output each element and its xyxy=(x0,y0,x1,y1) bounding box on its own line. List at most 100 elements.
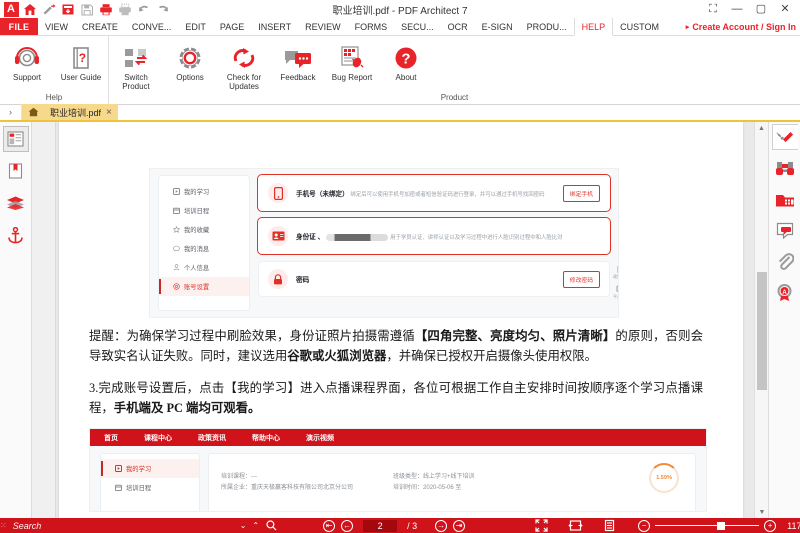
fit-page-icon[interactable] xyxy=(603,519,616,532)
print-icon[interactable] xyxy=(98,1,114,17)
sidebar-label: 我的学习 xyxy=(126,466,152,474)
redo-icon[interactable] xyxy=(155,1,171,17)
menu-item-create[interactable]: CREATE xyxy=(75,18,125,35)
paperclip-icon[interactable] xyxy=(772,248,798,274)
open-document-icon[interactable] xyxy=(60,1,76,17)
bug-report-icon xyxy=(338,41,366,71)
bug-report-button[interactable]: Bug Report xyxy=(325,40,379,83)
options-button[interactable]: Options xyxy=(163,40,217,83)
sidebar-label: 培训日程 xyxy=(126,485,152,493)
play-square-icon xyxy=(115,465,122,473)
bookmarks-icon[interactable] xyxy=(3,158,29,184)
check-for-updates-button[interactable]: Check for Updates xyxy=(217,40,271,92)
document-tab[interactable]: 职业培训.pdf × xyxy=(44,104,118,120)
panel-expand-toggle[interactable]: › xyxy=(0,104,22,120)
message-icon xyxy=(173,245,180,252)
zoom-in-icon[interactable]: + xyxy=(764,519,777,532)
user-guide-label: User Guide xyxy=(60,73,102,82)
nav-item-demo-video: 演示视频 xyxy=(306,434,334,442)
chevron-down-icon[interactable]: ⌄ xyxy=(237,521,250,530)
document-paragraph-2: 3.完成账号设置后，点击【我的学习】进入点播课程界面，各位可根据工作自主安排时间… xyxy=(89,379,703,418)
scroll-up-arrow[interactable]: ▲ xyxy=(755,122,768,134)
zoom-out-icon[interactable]: − xyxy=(638,519,651,532)
nav-item-help-center: 帮助中心 xyxy=(252,434,280,442)
screenshot-sidebar-item-messages: 我的消息 xyxy=(159,239,249,258)
about-button[interactable]: ? About xyxy=(379,40,433,83)
menu-item-edit[interactable]: EDIT xyxy=(178,18,213,35)
signature-seal-icon[interactable]: A xyxy=(772,279,798,305)
menu-item-ocr[interactable]: OCR xyxy=(441,18,475,35)
book-question-icon: ? xyxy=(67,41,95,71)
floating-widget-support: 平台咨询 xyxy=(613,285,618,300)
floating-widget-label: 政策资讯 xyxy=(613,274,618,279)
prev-page-icon[interactable]: ← xyxy=(341,519,354,532)
ribbon-group-product: Switch Product Options Check for Updates… xyxy=(108,36,800,104)
thumbnail-panel[interactable] xyxy=(32,122,56,518)
maximize-icon[interactable]: ▢ xyxy=(754,3,768,15)
menu-item-insert[interactable]: INSERT xyxy=(251,18,298,35)
close-icon[interactable]: ✕ xyxy=(778,3,792,15)
menu-item-esign[interactable]: E-SIGN xyxy=(475,18,520,35)
binoculars-search-icon[interactable] xyxy=(772,155,798,181)
ribbon-group-label-help: Help xyxy=(45,93,63,102)
menu-item-forms[interactable]: FORMS xyxy=(348,18,395,35)
attachments-anchor-icon[interactable] xyxy=(3,222,29,248)
zoom-slider[interactable] xyxy=(655,520,760,532)
user-guide-button[interactable]: ? User Guide xyxy=(54,40,108,83)
home-tab[interactable] xyxy=(22,104,44,120)
menu-item-custom[interactable]: CUSTOM xyxy=(613,18,666,35)
search-area: ⌄ ⌃ xyxy=(6,520,281,531)
page-thumbnails-icon[interactable] xyxy=(2,126,29,152)
zoom-slider-knob[interactable] xyxy=(717,521,726,530)
menu-item-view[interactable]: VIEW xyxy=(38,18,75,35)
menu-item-page[interactable]: PAGE xyxy=(213,18,251,35)
last-page-icon[interactable]: ⇥ xyxy=(453,519,466,532)
chevron-up-icon[interactable]: ⌃ xyxy=(249,521,262,530)
minimize-icon[interactable]: — xyxy=(730,3,744,15)
menu-item-security[interactable]: SECU... xyxy=(394,18,441,35)
fit-width-icon[interactable] xyxy=(568,520,583,531)
screenshot-sidebar-item-favorites: 我的收藏 xyxy=(159,220,249,239)
menu-item-review[interactable]: REVIEW xyxy=(298,18,348,35)
resize-grip-icon: ⁙ xyxy=(0,520,7,530)
course-progress-ring: 1.59% xyxy=(649,463,679,494)
embedded-screenshot-account-settings: 我的学习 培训日程 我的收藏 我的消息 个人信息 账号设置 手机号（未绑定） 绑… xyxy=(149,168,619,318)
app-logo[interactable]: A xyxy=(3,1,19,17)
feedback-label: Feedback xyxy=(280,73,316,82)
about-label: About xyxy=(395,73,417,82)
search-input[interactable] xyxy=(6,520,237,531)
layers-icon[interactable] xyxy=(3,190,29,216)
screenshot-sidebar-item-my-study: 我的学习 xyxy=(159,182,249,201)
comment-icon[interactable] xyxy=(772,217,798,243)
switch-product-button[interactable]: Switch Product xyxy=(109,40,163,92)
fit-screen-icon[interactable] xyxy=(535,519,548,532)
menu-item-help[interactable]: HELP xyxy=(573,18,614,36)
menu-item-file[interactable]: FILE xyxy=(0,18,38,35)
refresh-icon xyxy=(230,41,258,71)
tools-icon[interactable] xyxy=(771,124,798,150)
home-icon[interactable] xyxy=(22,1,38,17)
feedback-button[interactable]: Feedback xyxy=(271,40,325,83)
quick-access-toolbar: A xyxy=(0,1,171,17)
create-account-signin-link[interactable]: ▸ Create Account / Sign In xyxy=(686,18,796,36)
course-field-company: 所属企业：重庆天极赢客科技有限公司北京分公司 xyxy=(221,483,393,494)
svg-text:A: A xyxy=(782,290,787,296)
document-tab-label: 职业培训.pdf xyxy=(50,107,102,118)
scrollbar-thumb[interactable] xyxy=(757,272,767,390)
next-page-icon[interactable]: → xyxy=(435,519,448,532)
vertical-scrollbar[interactable]: ▲ ▼ xyxy=(754,122,768,518)
zoom-controls: − + 117% ⌄ xyxy=(638,519,800,532)
edit-wand-icon[interactable] xyxy=(41,1,57,17)
support-button[interactable]: Support xyxy=(0,40,54,83)
menu-item-convert[interactable]: CONVE... xyxy=(125,18,179,35)
current-page-input[interactable]: 2 xyxy=(363,519,398,532)
restore-icon[interactable]: ⛶ xyxy=(706,3,720,15)
first-page-icon[interactable]: ⇤ xyxy=(323,519,336,532)
undo-icon[interactable] xyxy=(136,1,152,17)
stamp-icon[interactable] xyxy=(772,186,798,212)
title-bar: 职业培训.pdf - PDF Architect 7 A ⛶ — ▢ ✕ xyxy=(0,0,800,18)
close-tab-icon[interactable]: × xyxy=(106,107,112,118)
search-icon[interactable] xyxy=(262,520,281,531)
menu-item-product[interactable]: PRODU... xyxy=(520,18,574,35)
scroll-down-arrow[interactable]: ▼ xyxy=(755,506,768,518)
